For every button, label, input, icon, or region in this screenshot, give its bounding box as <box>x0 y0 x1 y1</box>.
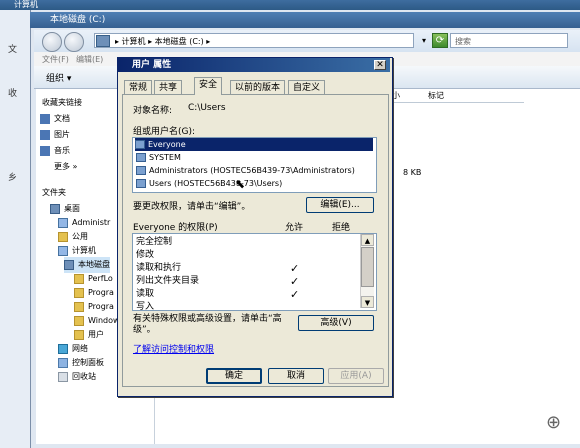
advanced-text-line-2: 级”。 <box>133 325 156 335</box>
tab-sharing[interactable]: 共享 <box>154 80 183 94</box>
drive-icon <box>96 35 110 47</box>
group-icon <box>136 166 146 175</box>
nav-pictures[interactable]: 图片 <box>40 127 70 143</box>
allow-header: 允许 <box>285 223 304 233</box>
nav-music[interactable]: 音乐 <box>40 143 70 159</box>
recycle-bin-icon <box>58 371 68 382</box>
user-folder-icon <box>58 217 68 228</box>
list-item[interactable]: Users (HOSTEC56B439-73\Users) <box>136 177 282 190</box>
computer-icon <box>58 245 68 256</box>
group-label: 组或用户名(G): <box>133 127 196 137</box>
refresh-icon[interactable]: ⟳ <box>432 33 448 48</box>
scroll-down-icon[interactable]: ▼ <box>361 296 374 308</box>
nav-documents[interactable]: 文档 <box>40 111 70 127</box>
pictures-icon <box>40 129 50 140</box>
strip-text-3: 乡 <box>8 173 18 183</box>
allow-check: ✓ <box>290 288 300 301</box>
close-icon[interactable]: ✕ <box>374 60 386 70</box>
tab-general[interactable]: 常规 <box>124 80 153 94</box>
strip-text-2: 收 <box>8 89 18 99</box>
favorites-header: 收藏夹链接 <box>42 98 82 107</box>
column-headers: 小 标记 <box>384 90 524 103</box>
permissions-header: Everyone 的权限(P) 允许 拒绝 <box>132 220 375 233</box>
tree-recycle-bin[interactable]: 回收站 <box>58 369 96 385</box>
folder-icon <box>58 231 68 242</box>
list-item[interactable]: Administrators (HOSTEC56B439-73\Administ… <box>136 164 355 177</box>
permission-row: 写入 <box>136 302 155 311</box>
background-window-strip: 文 收 乡 <box>0 10 31 448</box>
edit-button[interactable]: 编辑(E)... <box>306 197 374 213</box>
explorer-title: 本地磁盘 (C:) <box>30 12 580 28</box>
menu-edit[interactable]: 编辑(E) <box>76 54 103 65</box>
list-item[interactable]: SYSTEM <box>136 151 181 164</box>
ok-button[interactable]: 确定 <box>206 368 262 384</box>
documents-icon <box>40 113 50 124</box>
group-icon <box>136 179 146 188</box>
search-input[interactable]: 搜索 <box>450 33 568 48</box>
folder-icon <box>74 287 84 298</box>
control-panel-icon <box>58 357 68 368</box>
deny-header: 拒绝 <box>332 223 351 233</box>
folder-icon <box>74 301 84 312</box>
strip-text-1: 文 <box>8 45 18 55</box>
allow-check: ✓ <box>290 262 300 275</box>
folder-icon <box>74 273 84 284</box>
column-tags[interactable]: 标记 <box>428 90 444 101</box>
address-dropdown-icon[interactable]: ▾ <box>418 33 430 48</box>
disk-icon <box>64 259 74 270</box>
desktop-icon <box>50 203 60 214</box>
access-control-help-link[interactable]: 了解访问控制和权限 <box>133 342 214 355</box>
scroll-thumb[interactable] <box>361 247 374 287</box>
file-size: 8 KB <box>403 168 422 177</box>
change-permissions-text: 要更改权限，请单击“编辑”。 <box>133 202 251 212</box>
list-item[interactable]: Everyone <box>135 138 373 151</box>
advanced-button[interactable]: 高级(V) <box>298 315 374 331</box>
permission-row: 修改 <box>136 250 155 260</box>
group-icon <box>136 153 146 162</box>
outer-window-title: 计算机 <box>0 0 580 10</box>
permission-row: 完全控制 <box>136 237 173 247</box>
permissions-scrollbar[interactable]: ▲ ▼ <box>360 234 374 308</box>
forward-button[interactable] <box>64 32 84 52</box>
folders-header[interactable]: 文件夹 <box>42 185 66 201</box>
back-button[interactable] <box>42 32 62 52</box>
zoom-icon[interactable]: ⊕ <box>546 412 568 434</box>
tab-previous-versions[interactable]: 以前的版本 <box>230 80 286 94</box>
allow-check: ✓ <box>290 275 300 288</box>
menu-file[interactable]: 文件(F) <box>42 54 69 65</box>
permission-row: 读取和执行 <box>136 263 182 273</box>
permissions-list: 完全控制 修改 读取和执行 ✓ 列出文件夹目录 ✓ 读取 ✓ 写入 <box>132 233 377 311</box>
network-icon <box>58 343 68 354</box>
advanced-text-line-1: 有关特殊权限或高级设置，请单击“高 <box>133 314 282 324</box>
music-icon <box>40 145 50 156</box>
principals-list[interactable]: Everyone SYSTEM Administrators (HOSTEC56… <box>132 137 377 193</box>
folder-icon <box>74 329 84 340</box>
dialog-title-bar: 用户 属性 <box>118 58 390 72</box>
address-bar[interactable]: ▸ 计算机 ▸ 本地磁盘 (C:) ▸ <box>94 33 414 48</box>
permission-row: 读取 <box>136 289 155 299</box>
tab-security[interactable]: 安全 <box>194 77 223 95</box>
mouse-cursor-icon: ⬉ <box>235 177 246 191</box>
tab-customize[interactable]: 自定义 <box>288 80 326 94</box>
scroll-up-icon[interactable]: ▲ <box>361 234 374 246</box>
apply-button[interactable]: 应用(A) <box>328 368 384 384</box>
permissions-header-label: Everyone 的权限(P) <box>133 223 218 233</box>
nav-more[interactable]: 更多 » <box>54 159 77 175</box>
advanced-text: 有关特殊权限或高级设置，请单击“高 级”。 <box>133 314 298 336</box>
cancel-button[interactable]: 取消 <box>268 368 324 384</box>
object-name-label: 对象名称: <box>133 106 173 116</box>
permission-row: 列出文件夹目录 <box>136 276 200 286</box>
folder-icon <box>74 315 84 326</box>
column-size[interactable]: 小 <box>392 90 400 101</box>
object-name-value: C:\Users <box>188 103 226 113</box>
organize-button[interactable]: 组织 ▾ <box>46 71 71 84</box>
group-icon <box>135 140 145 149</box>
